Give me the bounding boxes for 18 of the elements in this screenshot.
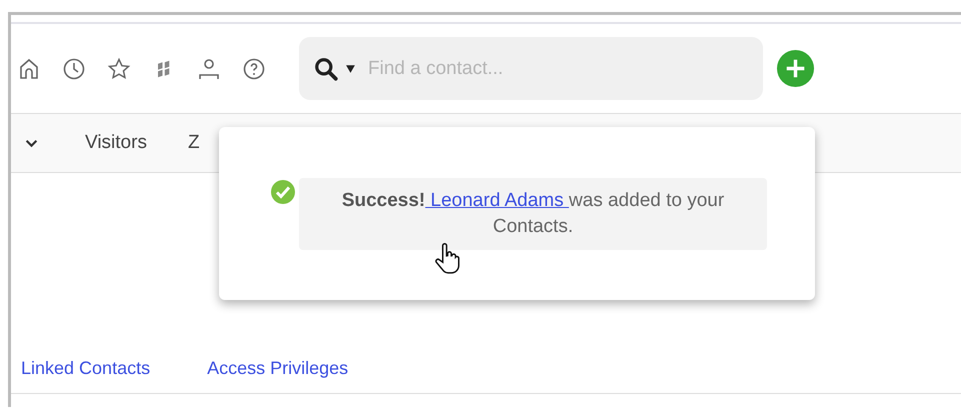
dropdown-caret-icon[interactable] [345,63,356,74]
chevron-down-icon[interactable] [25,138,38,148]
home-icon[interactable] [17,56,41,80]
contact-link[interactable]: Leonard Adams [425,190,569,211]
user-icon[interactable] [197,56,221,80]
check-circle-icon [270,179,296,205]
success-message: Success! Leonard Adams was added to your Contacts. [340,189,726,239]
clock-icon[interactable] [62,56,86,80]
tab[interactable]: Linked Contacts [21,358,150,379]
tab[interactable]: Access Privileges [207,358,348,379]
nav-item[interactable]: Visitors [85,132,147,154]
search-icon[interactable] [313,56,339,82]
help-icon[interactable] [242,56,266,80]
star-icon[interactable] [107,56,131,80]
nav-item[interactable]: Z [188,132,200,154]
add-icon[interactable] [776,49,815,88]
search-bar[interactable]: Find a contact... [299,37,763,100]
search-field[interactable]: Find a contact... [366,56,730,80]
